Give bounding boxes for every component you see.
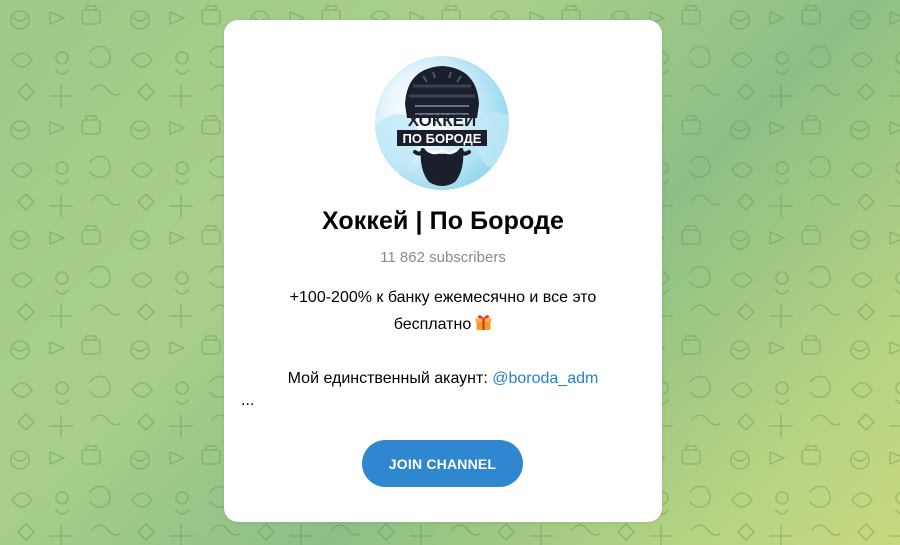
- description-blank-line: [240, 338, 646, 365]
- description-ellipsis: ...: [241, 392, 255, 409]
- channel-avatar: ХОККЕЙ ПО БОРОДЕ: [375, 56, 509, 190]
- channel-title: Хоккей | По Бороде: [321, 207, 564, 235]
- description-line-3: Мой единственный акаунт: @boroda_adm: [240, 365, 646, 392]
- description-line-1: +100-200% к банку ежемесячно и все это: [289, 289, 597, 306]
- join-channel-button[interactable]: JOIN CHANNEL: [362, 440, 523, 487]
- gift-emoji-icon: [475, 314, 492, 331]
- subscriber-count: 11 862 subscribers: [380, 249, 506, 266]
- avatar-text-line1: ХОККЕЙ: [408, 111, 476, 130]
- channel-description: +100-200% к банку ежемесячно и все это б…: [240, 284, 646, 392]
- avatar-text-line2: ПО БОРОДЕ: [403, 131, 482, 146]
- channel-preview-card: ХОККЕЙ ПО БОРОДЕ Хоккей | По Бороде 11 8…: [224, 20, 662, 522]
- description-line-3-prefix: Мой единственный акаунт:: [287, 370, 493, 387]
- admin-mention-link[interactable]: @boroda_adm: [492, 370, 598, 387]
- description-line-2: бесплатно: [240, 311, 646, 338]
- description-line-2-text: бесплатно: [393, 316, 472, 333]
